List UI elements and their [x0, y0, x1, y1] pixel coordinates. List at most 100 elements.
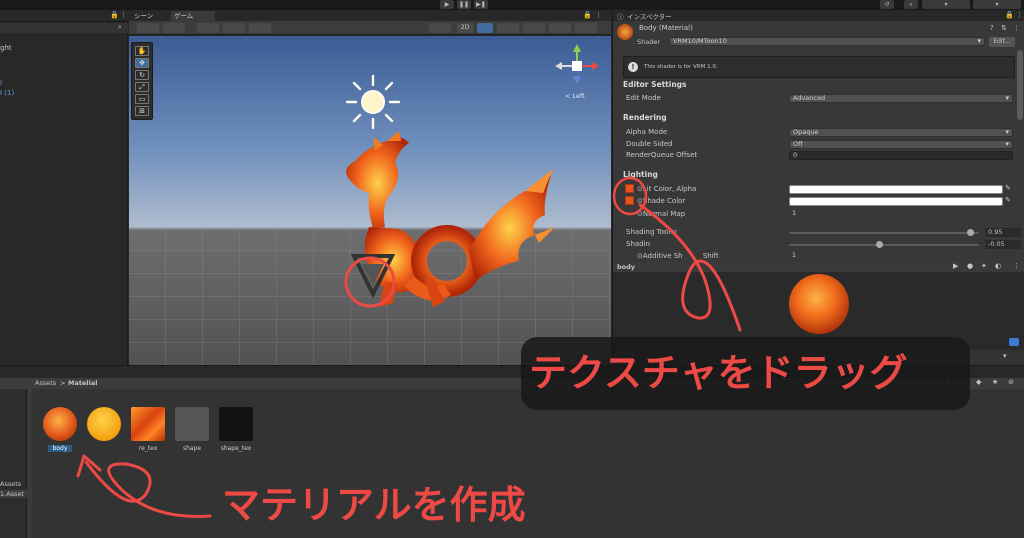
transform-tool-icon[interactable]: ⊞: [135, 106, 149, 116]
render-queue-field[interactable]: 0: [789, 151, 1013, 160]
inspector-panel: ⓘ インスペクター 🔒 ⋮ Body (Material) ? ⇅ ⋮ Shad…: [612, 10, 1024, 262]
tag-icon[interactable]: [1009, 338, 1019, 346]
model-thumbnail: [175, 407, 209, 441]
light-icon[interactable]: ✦: [981, 262, 987, 270]
audio-toggle[interactable]: [497, 23, 519, 33]
material-name: Body (Material): [639, 24, 693, 32]
asset-label: shape_tex: [220, 445, 252, 452]
lit-texture-slot[interactable]: [625, 184, 634, 193]
asset-body[interactable]: body: [40, 407, 80, 452]
grid-dropdown[interactable]: [223, 23, 245, 33]
hierarchy-item-prefab[interactable]: I: [0, 79, 2, 87]
search-icon: ⌕: [118, 23, 122, 31]
scene-viewport[interactable]: ✋ ✥ ↻ ⤢ ▭ ⊞ < Left: [129, 36, 611, 365]
hierarchy-item-light[interactable]: ght: [0, 44, 12, 52]
shade-color-swatch[interactable]: [789, 197, 1003, 206]
favorite-icon[interactable]: ★: [992, 378, 998, 386]
lock-icon[interactable]: 🔒: [110, 11, 119, 19]
history-icon[interactable]: ↺: [880, 0, 894, 9]
rotate-tool-icon[interactable]: ↻: [135, 70, 149, 80]
play-button[interactable]: ▶: [440, 0, 454, 9]
asset-shape-tex[interactable]: shape_tex: [216, 407, 256, 452]
draw-mode-dropdown[interactable]: [137, 23, 159, 33]
folder-asset-1[interactable]: 1.Asset: [0, 490, 27, 498]
lit-color-swatch[interactable]: [789, 185, 1003, 194]
move-tool-icon[interactable]: ✥: [135, 58, 149, 68]
step-button[interactable]: ▶❚: [474, 0, 488, 9]
shading-shift-slider[interactable]: [789, 244, 979, 246]
material-thumbnail: [87, 407, 121, 441]
pivot-dropdown[interactable]: [197, 23, 219, 33]
help-icon[interactable]: ?: [990, 24, 994, 32]
more-icon[interactable]: ⋮: [1016, 11, 1023, 19]
additive-shift-value[interactable]: 1: [789, 252, 1013, 261]
settings-icon[interactable]: ⇅: [1001, 24, 1007, 32]
lock-icon[interactable]: 🔒: [583, 11, 592, 19]
shading-shift-value[interactable]: -0.05: [985, 240, 1021, 249]
breadcrumb-current[interactable]: Matelial: [68, 379, 97, 387]
project-folder-tree: Assets 1.Asset: [0, 389, 27, 538]
more-icon[interactable]: ⋮: [595, 11, 602, 19]
shading-toony-slider[interactable]: [789, 232, 979, 234]
more-icon[interactable]: ⋮: [120, 11, 127, 19]
effects-dropdown[interactable]: [523, 23, 545, 33]
shading-dropdown[interactable]: [429, 23, 451, 33]
asset-label: body: [48, 445, 72, 452]
lighting-toggle[interactable]: [477, 23, 493, 33]
more-icon[interactable]: ⋮: [1013, 262, 1020, 270]
normal-map-value[interactable]: 1: [789, 210, 1013, 219]
shading-toony-knob[interactable]: [966, 229, 974, 236]
layout-dropdown[interactable]: ▾: [973, 0, 1021, 9]
background-icon[interactable]: ◐: [995, 262, 1001, 270]
toggle-2d-button[interactable]: 2D: [457, 23, 473, 33]
shade-texture-slot[interactable]: [625, 196, 634, 205]
hierarchy-search[interactable]: ⌕: [0, 23, 128, 33]
tab-scene[interactable]: シーン: [131, 11, 169, 21]
eyedropper-icon[interactable]: ✎: [1005, 184, 1011, 192]
hand-tool-icon[interactable]: ✋: [135, 46, 149, 56]
sphere-icon[interactable]: ●: [967, 262, 973, 270]
tab-inspector[interactable]: インスペクター: [627, 11, 672, 21]
asset-label: re_tex: [138, 445, 158, 452]
asset-shape[interactable]: shape: [172, 407, 212, 452]
more-icon[interactable]: ⋮: [1013, 24, 1020, 32]
label-icon[interactable]: ◆: [976, 378, 981, 386]
object-gizmo-icon: [350, 254, 396, 299]
pause-button[interactable]: ❚❚: [457, 0, 471, 9]
play-icon[interactable]: ▶: [953, 262, 958, 270]
folder-tree-scrollbar[interactable]: [27, 389, 32, 538]
edit-mode-dropdown[interactable]: Advanced: [789, 94, 1013, 103]
shading-shift-knob[interactable]: [876, 241, 884, 248]
asset-material-2[interactable]: [84, 407, 124, 445]
shader-dropdown[interactable]: VRM10/MToon10: [669, 37, 985, 46]
hidden-packages-icon[interactable]: ⊘: [1008, 378, 1014, 386]
folder-assets[interactable]: Assets: [0, 480, 21, 488]
orientation-gizmo[interactable]: [549, 40, 605, 96]
layers-dropdown[interactable]: ▾: [922, 0, 970, 9]
material-preview-sphere[interactable]: [789, 274, 849, 334]
shading-toony-value[interactable]: 0.95: [985, 228, 1021, 237]
asset-fire-tex[interactable]: re_tex: [128, 407, 168, 452]
alpha-mode-dropdown[interactable]: Opaque: [789, 128, 1013, 137]
scale-tool-icon[interactable]: ⤢: [135, 82, 149, 92]
chevron-down-icon[interactable]: ▾: [1003, 352, 1007, 360]
double-sided-label: Double Sided: [626, 140, 673, 148]
double-sided-dropdown[interactable]: Off: [789, 140, 1013, 149]
search-icon[interactable]: ⌕: [904, 0, 918, 9]
rect-tool-icon[interactable]: ▭: [135, 94, 149, 104]
camera-dropdown[interactable]: [575, 23, 597, 33]
tab-game[interactable]: ゲーム: [171, 11, 215, 21]
alpha-mode-label: Alpha Mode: [626, 128, 668, 136]
shader-edit-button[interactable]: Edit...: [989, 37, 1015, 47]
gizmo-mode-dropdown[interactable]: [163, 23, 185, 33]
snap-dropdown[interactable]: [249, 23, 271, 33]
visibility-toggle[interactable]: [549, 23, 571, 33]
hierarchy-header: 🔒 ⋮: [0, 10, 128, 22]
hierarchy-item-prefab-1[interactable]: I (1): [0, 89, 14, 97]
lock-icon[interactable]: 🔒: [1005, 11, 1014, 19]
directional-light-icon[interactable]: [345, 74, 401, 130]
eyedropper-icon[interactable]: ✎: [1005, 196, 1011, 204]
breadcrumb-root[interactable]: Assets: [35, 379, 56, 387]
inspector-scrollbar[interactable]: [1017, 50, 1023, 120]
additive-shift-row: ⊙Additive Sh Shift: [637, 252, 719, 260]
